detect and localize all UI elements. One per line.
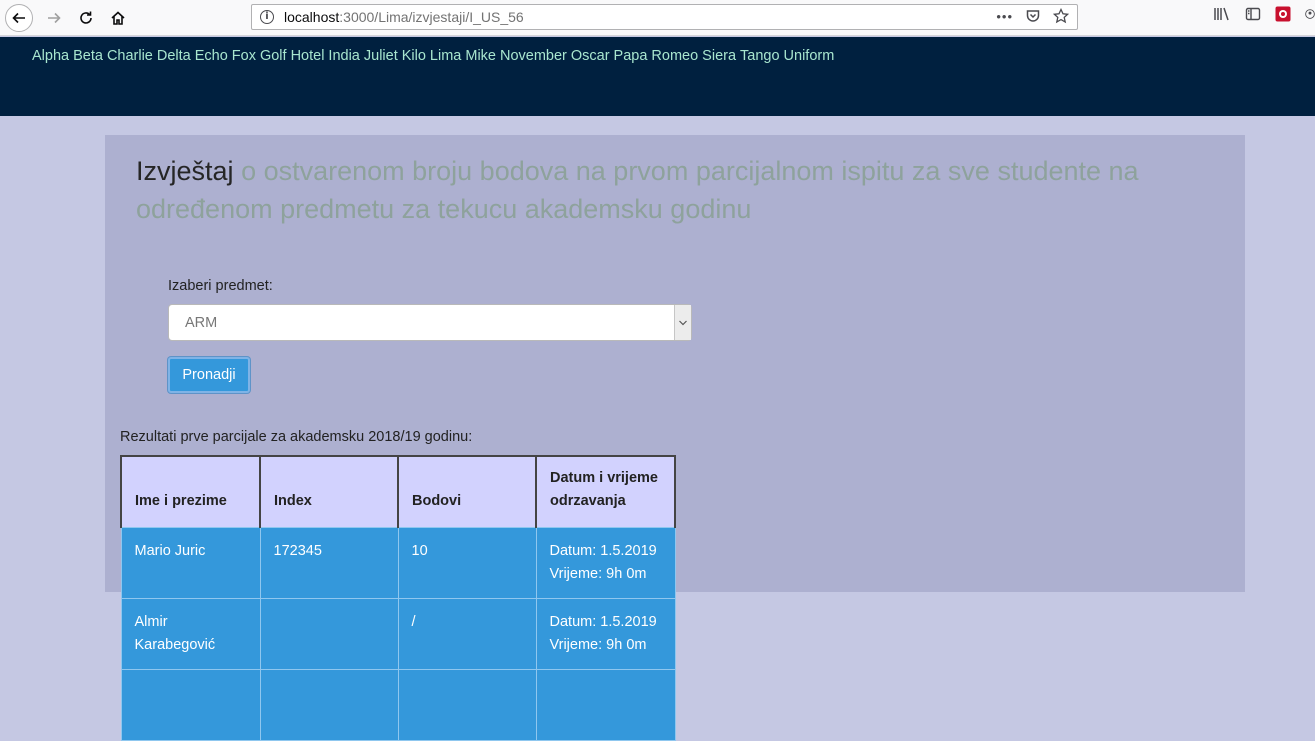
nav-link-delta[interactable]: Delta [157,48,191,64]
cell-points: 10 [397,526,537,599]
page-title-subtitle: o ostvarenom broju bodova na prvom parci… [136,156,1139,224]
cell-name [120,668,261,741]
column-header-index: Index [259,455,399,527]
library-icon[interactable] [1213,6,1231,22]
nav-link-siera[interactable]: Siera [702,48,736,64]
sidebar-icon[interactable] [1245,6,1261,22]
url-actions: ••• [996,8,1069,24]
cell-index [259,597,399,670]
url-host: localhost [284,9,340,25]
top-navigation: Alpha Beta Charlie Delta Echo Fox Golf Hotel Ind… [32,48,838,64]
nav-link-papa[interactable]: Papa [614,48,648,64]
column-header-name: Ime i prezime [120,455,261,527]
nav-link-mike[interactable]: Mike [465,48,496,64]
results-caption: Rezultati prve parcijale za akademsku 20… [120,429,473,445]
nav-link-golf[interactable]: Golf [260,48,287,64]
url-path: :3000/Lima/izvjestaji/I_US_56 [339,9,524,25]
url-bar[interactable]: i localhost:3000/Lima/izvjestaji/I_US_56… [251,4,1078,30]
browser-toolbar: i localhost:3000/Lima/izvjestaji/I_US_56… [0,0,1315,36]
nav-link-uniform[interactable]: Uniform [784,48,835,64]
home-button[interactable] [104,4,132,32]
nav-link-beta[interactable]: Beta [73,48,103,64]
reload-button[interactable] [72,4,100,32]
table-row [120,668,676,741]
site-header: Alpha Beta Charlie Delta Echo Fox Golf Hotel Ind… [0,37,1315,116]
cell-index [259,668,399,741]
reload-icon [80,11,92,24]
cell-points [397,668,537,741]
nav-link-echo[interactable]: Echo [195,48,228,64]
home-icon [111,11,125,25]
back-arrow-icon [12,12,25,24]
cell-time: Vrijeme: 9h 0m [549,636,647,653]
cell-time: Vrijeme: 9h 0m [549,565,647,582]
page-actions-button[interactable]: ••• [996,9,1013,24]
cell-datetime: Datum: 1.5.2019 Vrijeme: 9h 0m [535,597,676,670]
nav-link-india[interactable]: India [328,48,359,64]
nav-link-lima[interactable]: Lima [430,48,461,64]
cell-index: 172345 [259,526,399,599]
account-icon[interactable] [1305,6,1315,22]
table-row: Mario Juric 172345 10 Datum: 1.5.2019 Vrijem… [120,526,676,599]
back-button[interactable] [5,4,33,32]
nav-link-juliet[interactable]: Juliet [364,48,398,64]
column-header-datetime: Datum i vrijeme odrzavanja [535,455,676,527]
cell-date: Datum: 1.5.2019 [549,542,657,559]
table-header-row: Ime i prezime Index Bodovi Datum i vrije… [120,455,676,527]
cell-name: Almir Karabegović [120,597,261,670]
forward-button[interactable] [40,4,68,32]
extension-icon[interactable] [1275,6,1291,22]
nav-link-charlie[interactable]: Charlie [107,48,153,64]
cell-points: / [397,597,537,670]
toolbar-right [1213,6,1315,22]
bookmark-star-icon[interactable] [1053,8,1069,24]
table-row: Almir Karabegović / Datum: 1.5.2019 Vrijeme… [120,597,676,670]
chevron-down-icon[interactable] [674,305,691,340]
cell-name: Mario Juric [120,526,261,599]
results-table: Ime i prezime Index Bodovi Datum i vrije… [120,455,676,741]
cell-datetime [535,668,676,741]
cell-datetime: Datum: 1.5.2019 Vrijeme: 9h 0m [535,526,676,599]
nav-link-november[interactable]: November [500,48,567,64]
column-header-points: Bodovi [397,455,537,527]
page-title: Izvještaj o ostvarenom broju bodova na p… [136,152,1236,228]
subject-select-label: Izaberi predmet: [168,278,273,294]
forward-arrow-icon [48,12,61,24]
nav-link-fox[interactable]: Fox [232,48,256,64]
subject-select-value: ARM [185,315,218,331]
nav-link-romeo[interactable]: Romeo [651,48,698,64]
nav-link-alpha[interactable]: Alpha [32,48,69,64]
site-info-icon[interactable]: i [260,10,274,24]
subject-select[interactable]: ARM [168,304,692,341]
nav-link-hotel[interactable]: Hotel [291,48,325,64]
cell-date: Datum: 1.5.2019 [549,613,657,630]
nav-link-oscar[interactable]: Oscar [571,48,610,64]
nav-link-kilo[interactable]: Kilo [402,48,426,64]
page-title-main: Izvještaj [136,156,234,186]
find-button[interactable]: Pronadji [168,357,250,393]
pocket-icon[interactable] [1025,8,1041,24]
nav-link-tango[interactable]: Tango [740,48,780,64]
